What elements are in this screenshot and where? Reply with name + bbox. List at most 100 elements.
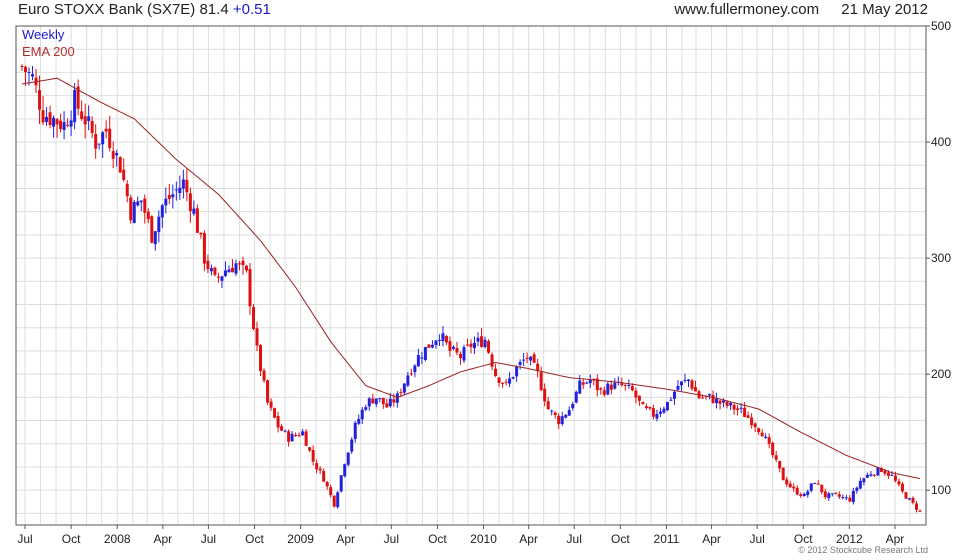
candle-body xyxy=(725,401,729,406)
candle-body xyxy=(346,452,350,465)
candle-body xyxy=(711,394,715,404)
candle-body xyxy=(111,151,115,159)
y-tick-label: 100 xyxy=(931,483,951,497)
candle-body xyxy=(802,493,806,497)
candle-body xyxy=(543,388,547,402)
candle-body xyxy=(641,402,645,405)
candle-body xyxy=(262,370,266,381)
candle-body xyxy=(820,484,824,493)
candle-body xyxy=(501,382,505,384)
candle-body xyxy=(223,270,227,277)
x-tick-label: Apr xyxy=(886,532,905,546)
candle-body xyxy=(20,65,24,67)
legend-ema-200: EMA 200 xyxy=(22,44,75,59)
candle-body xyxy=(473,342,477,349)
candle-body xyxy=(206,260,210,270)
candle-body xyxy=(715,398,719,404)
candle-body xyxy=(613,382,617,389)
candle-body xyxy=(136,201,140,206)
candle-body xyxy=(55,119,59,125)
x-tick-label: 2008 xyxy=(104,532,131,546)
candle-body xyxy=(876,467,880,476)
candle-body xyxy=(743,407,747,417)
candle-body xyxy=(869,474,873,476)
candle-body xyxy=(539,372,543,391)
candle-body xyxy=(606,383,610,395)
candle-body xyxy=(427,344,431,348)
candle-body xyxy=(886,472,890,476)
candle-body xyxy=(718,400,722,404)
candle-body xyxy=(508,378,512,384)
candle-body xyxy=(918,510,922,512)
candle-body xyxy=(662,408,666,413)
candle-body xyxy=(701,397,705,399)
x-tick-label: Apr xyxy=(702,532,721,546)
candle-body xyxy=(483,339,487,348)
candle-body xyxy=(322,470,326,482)
candle-body xyxy=(620,383,624,386)
candle-body xyxy=(564,414,568,418)
candle-body xyxy=(494,368,498,376)
candle-body xyxy=(367,398,371,407)
x-tick-label: Oct xyxy=(428,532,447,546)
candle-body xyxy=(679,381,683,386)
candle-body xyxy=(809,483,813,491)
candle-body xyxy=(38,90,42,110)
candle-body xyxy=(269,401,273,408)
candle-body xyxy=(462,347,466,361)
candle-body xyxy=(395,393,399,403)
candle-body xyxy=(157,216,161,233)
candle-body xyxy=(52,117,56,127)
candle-body xyxy=(216,276,220,278)
candle-body xyxy=(195,208,199,233)
candle-body xyxy=(122,169,126,180)
candle-body xyxy=(907,498,911,500)
candle-body xyxy=(532,354,536,363)
candle-body xyxy=(634,390,638,398)
candle-body xyxy=(227,269,231,273)
candle-body xyxy=(315,463,319,470)
candle-body xyxy=(627,385,631,387)
candle-body xyxy=(487,341,491,353)
candle-body xyxy=(125,183,129,197)
candle-body xyxy=(518,361,522,365)
candle-body xyxy=(490,354,494,367)
candle-body xyxy=(406,375,410,386)
candle-body xyxy=(609,384,613,390)
candle-body xyxy=(69,120,73,127)
candle-body xyxy=(171,194,175,198)
candle-body xyxy=(476,337,480,342)
candle-body xyxy=(252,307,256,329)
candle-body xyxy=(83,116,87,125)
candle-body xyxy=(230,267,234,273)
candle-body xyxy=(455,347,459,353)
candle-body xyxy=(150,216,154,243)
candle-body xyxy=(764,436,768,438)
candle-body xyxy=(290,433,294,442)
candle-body xyxy=(259,345,263,371)
x-tick-label: 2011 xyxy=(654,532,680,546)
candle-body xyxy=(146,211,150,220)
candle-body xyxy=(178,187,182,194)
candle-body xyxy=(399,392,403,394)
candle-body xyxy=(799,494,803,497)
candle-body xyxy=(202,233,206,264)
candle-body xyxy=(830,493,834,495)
candle-body xyxy=(301,431,305,436)
candle-body xyxy=(767,437,771,444)
legend-weekly: Weekly xyxy=(22,27,65,42)
candle-body xyxy=(192,208,196,214)
candle-body xyxy=(94,134,98,149)
candle-body xyxy=(816,483,820,485)
candle-body xyxy=(437,339,441,341)
candle-body xyxy=(648,407,652,409)
candle-body xyxy=(690,380,694,389)
candle-body xyxy=(444,335,448,343)
candle-body xyxy=(234,263,238,274)
candle-body xyxy=(911,497,915,503)
x-tick-label: Oct xyxy=(611,532,630,546)
x-tick-label: Oct xyxy=(794,532,813,546)
candle-body xyxy=(837,494,841,497)
candle-body xyxy=(90,120,94,134)
candle-body xyxy=(788,483,792,488)
